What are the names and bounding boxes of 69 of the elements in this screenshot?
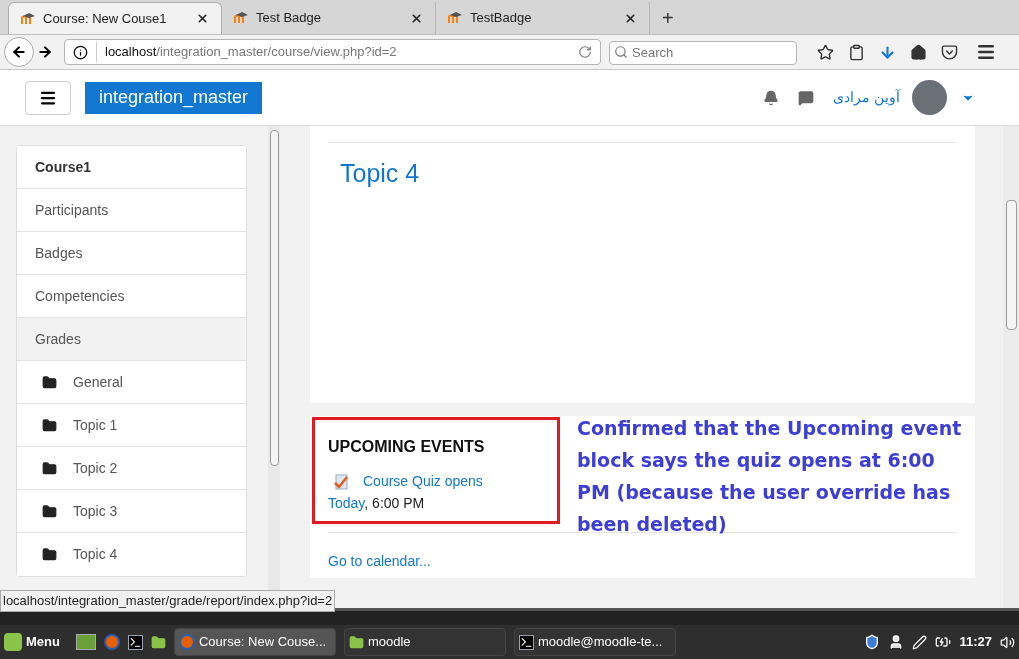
- home-icon[interactable]: [910, 43, 927, 61]
- status-url: localhost/integration_master/grade/report/index.php?id=2: [0, 590, 336, 612]
- sidebar-item[interactable]: Grades: [17, 318, 246, 361]
- window-label: moodle: [367, 633, 411, 652]
- clock[interactable]: 11:27: [959, 632, 992, 652]
- menu-icon[interactable]: [976, 42, 996, 62]
- menu-button[interactable]: [25, 80, 71, 115]
- taskbar-window[interactable]: moodle@moodle-te...: [513, 628, 676, 656]
- browser-tab[interactable]: Course: New Couse1: [8, 2, 222, 34]
- url-text: localhost/integration_master/course/view.php?id=2: [96, 42, 570, 62]
- calendar-link[interactable]: Go to calendar...: [328, 553, 431, 569]
- browser-icon: [178, 634, 195, 650]
- scrollbar-thumb[interactable]: [269, 130, 279, 466]
- close-icon[interactable]: [624, 11, 637, 25]
- reading-list-icon[interactable]: [848, 43, 865, 61]
- quiz-icon: [333, 473, 349, 490]
- desktop-icon[interactable]: [75, 634, 96, 650]
- menu-button[interactable]: Menu: [4, 632, 60, 652]
- pocket-icon[interactable]: [941, 43, 958, 61]
- pen-icon[interactable]: [912, 634, 928, 650]
- window-label: Course: New Couse...: [198, 633, 327, 652]
- folder-icon: [150, 634, 166, 650]
- battery-icon[interactable]: [935, 634, 952, 650]
- close-icon[interactable]: [410, 11, 423, 25]
- scrollbar-thumb[interactable]: [1005, 200, 1017, 330]
- shield-icon[interactable]: [864, 634, 881, 650]
- folder-icon: [42, 374, 57, 390]
- reload-icon[interactable]: [578, 45, 592, 59]
- tab-title: Test Badge: [256, 9, 323, 28]
- back-button[interactable]: [4, 37, 34, 67]
- download-icon[interactable]: [879, 43, 896, 61]
- browser-tab[interactable]: TestBadge: [436, 2, 650, 34]
- moodle-logo-icon: [21, 12, 35, 25]
- terminal-icon: [518, 634, 534, 650]
- section-title[interactable]: Topic 4: [328, 155, 957, 193]
- annotation-text: Confirmed that the Upcoming event block says the quiz opens at 6:00 PM (because the user override has been deleted): [577, 416, 962, 537]
- url-field[interactable]: localhost/integration_master/course/view.php?id=2: [64, 39, 601, 65]
- block-title: UPCOMING EVENTS: [328, 437, 486, 457]
- site-brand[interactable]: integration_master: [85, 81, 263, 114]
- search-field[interactable]: Search: [609, 40, 797, 65]
- volume-icon[interactable]: [1000, 634, 1015, 650]
- terminal-icon: [127, 634, 143, 650]
- folder-icon: [42, 503, 57, 519]
- avatar-icon[interactable]: [912, 80, 947, 115]
- bookmark-icon[interactable]: [817, 43, 834, 61]
- event-date: Today, 6:00 PM: [328, 494, 425, 513]
- window-label: moodle@moodle-te...: [537, 633, 663, 652]
- search-icon: [614, 45, 628, 59]
- message-icon[interactable]: [798, 89, 815, 106]
- notification-icon[interactable]: [763, 89, 780, 106]
- browser-tab[interactable]: Test Badge: [222, 2, 436, 34]
- moodle-logo-icon: [234, 12, 248, 24]
- folder-icon: [42, 460, 57, 476]
- folder-icon: [42, 547, 57, 562]
- close-icon[interactable]: [196, 12, 209, 25]
- folder-icon: [348, 634, 364, 650]
- event-link[interactable]: Course Quiz opens: [363, 471, 483, 492]
- taskbar-window[interactable]: Course: New Couse...: [173, 628, 336, 656]
- moodle-logo-icon: [448, 12, 462, 24]
- info-icon[interactable]: [73, 44, 88, 60]
- forward-arrow-icon: [37, 44, 53, 60]
- sidebar-item[interactable]: Course1: [17, 146, 246, 189]
- browser-icon: [103, 634, 120, 650]
- tab-title: TestBadge: [470, 9, 533, 28]
- user-name[interactable]: آوین مرادی: [833, 87, 900, 108]
- tab-title: Course: New Couse1: [43, 9, 168, 28]
- folder-icon: [42, 417, 57, 433]
- taskbar-window[interactable]: moodle: [343, 628, 506, 656]
- new-tab-button[interactable]: +: [650, 2, 686, 34]
